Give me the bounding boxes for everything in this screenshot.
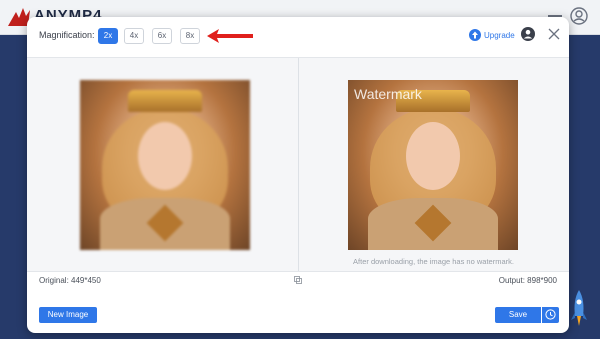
upgrade-icon[interactable] xyxy=(469,29,481,41)
upscale-dialog: Magnification: 2x 4x 6x 8x Upgrade Water… xyxy=(27,17,569,333)
output-image-preview: Watermark xyxy=(348,80,518,250)
close-icon[interactable] xyxy=(548,28,560,40)
account-icon[interactable] xyxy=(521,27,535,41)
watermark-note: After downloading, the image has no wate… xyxy=(353,257,514,266)
original-image-preview xyxy=(80,80,250,250)
rocket-icon[interactable] xyxy=(570,288,588,330)
clock-icon xyxy=(545,309,556,320)
upgrade-link[interactable]: Upgrade xyxy=(484,31,515,40)
new-image-button[interactable]: New Image xyxy=(39,307,97,323)
save-button[interactable]: Save xyxy=(495,307,541,323)
save-options-button[interactable] xyxy=(542,307,559,323)
magnification-8x-button[interactable]: 8x xyxy=(180,28,200,44)
image-compare-area: Watermark After downloading, the image h… xyxy=(27,57,569,272)
magnification-2x-button[interactable]: 2x xyxy=(98,28,118,44)
original-size-label: Original: 449*450 xyxy=(39,276,101,285)
magnification-6x-button[interactable]: 6x xyxy=(152,28,172,44)
compare-toggle-icon[interactable] xyxy=(294,276,302,284)
output-size-label: Output: 898*900 xyxy=(498,276,557,285)
compare-divider[interactable] xyxy=(298,58,299,271)
size-info-bar: Original: 449*450 Output: 898*900 xyxy=(27,271,569,291)
magnification-label: Magnification: xyxy=(39,30,95,40)
red-arrow-annotation xyxy=(207,29,253,43)
magnification-4x-button[interactable]: 4x xyxy=(124,28,144,44)
watermark-text: Watermark xyxy=(354,86,422,102)
user-account-icon[interactable] xyxy=(570,7,588,25)
